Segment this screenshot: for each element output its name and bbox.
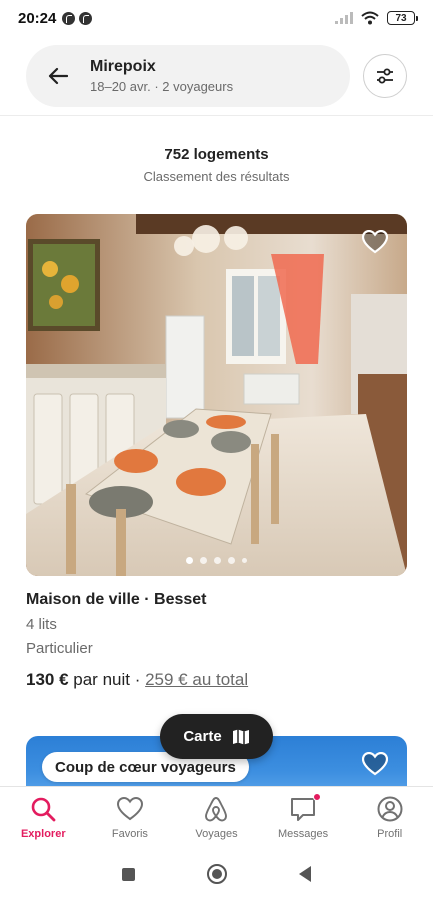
price-per-night: 130 € bbox=[26, 670, 69, 689]
photo-dot[interactable] bbox=[186, 557, 193, 564]
nav-profil[interactable]: Profil bbox=[346, 787, 433, 848]
nav-explorer[interactable]: Explorer bbox=[0, 787, 87, 848]
heart-outline-icon bbox=[362, 752, 388, 776]
favorite-button[interactable] bbox=[361, 228, 389, 256]
price-separator: · bbox=[129, 670, 146, 689]
photo-dot[interactable] bbox=[214, 557, 221, 564]
map-button-label: Carte bbox=[183, 728, 222, 745]
search-header: Mirepoix 18–20 avr. · 2 voyageurs bbox=[0, 36, 433, 116]
search-pill[interactable]: Mirepoix 18–20 avr. · 2 voyageurs bbox=[26, 44, 350, 107]
favorite-button-2[interactable] bbox=[361, 750, 389, 778]
nav-messages[interactable]: Messages bbox=[260, 787, 347, 848]
notification-dot bbox=[313, 793, 322, 801]
map-button[interactable]: Carte bbox=[160, 714, 273, 759]
listing-photo[interactable] bbox=[26, 214, 407, 576]
map-icon bbox=[232, 729, 249, 744]
wifi-icon bbox=[361, 11, 379, 25]
price-total-link[interactable]: 259 € au total bbox=[145, 670, 248, 689]
facebook-icon bbox=[79, 11, 93, 25]
nav-voyages[interactable]: Voyages bbox=[173, 787, 260, 848]
nav-label: Profil bbox=[377, 828, 403, 840]
battery-icon: 73 bbox=[387, 11, 418, 25]
price-unit: par nuit bbox=[68, 670, 130, 689]
photo-dot[interactable] bbox=[228, 557, 235, 564]
results-header: 752 logements Classement des résultats bbox=[0, 146, 433, 184]
nav-favoris[interactable]: Favoris bbox=[87, 787, 174, 848]
airbnb-logo-icon bbox=[202, 795, 230, 823]
status-time: 20:24 bbox=[18, 9, 57, 27]
profile-icon bbox=[376, 795, 404, 823]
nav-label: Voyages bbox=[195, 828, 238, 840]
listing-title[interactable]: Maison de ville · Besset bbox=[26, 591, 207, 609]
nav-label: Favoris bbox=[111, 828, 148, 840]
nav-label: Messages bbox=[278, 828, 329, 840]
facebook-icon bbox=[62, 11, 76, 25]
signal-icon bbox=[335, 12, 353, 24]
search-dates-guests: 18–20 avr. · 2 voyageurs bbox=[90, 78, 234, 94]
system-nav-bar bbox=[0, 848, 433, 900]
heart-icon bbox=[116, 795, 144, 823]
search-summary[interactable]: Mirepoix 18–20 avr. · 2 voyageurs bbox=[90, 58, 233, 94]
search-icon bbox=[29, 795, 57, 823]
results-sort-label[interactable]: Classement des résultats bbox=[0, 169, 433, 184]
back-button[interactable] bbox=[299, 866, 311, 882]
heart-outline-icon bbox=[362, 230, 388, 254]
results-count: 752 logements bbox=[164, 146, 269, 163]
bottom-nav: Explorer Favoris Voyages Messages Profil bbox=[0, 786, 433, 848]
nav-label: Explorer bbox=[20, 828, 66, 840]
search-location: Mirepoix bbox=[90, 57, 156, 75]
listing-host-type: Particulier bbox=[26, 640, 93, 657]
arrow-left-icon[interactable] bbox=[48, 65, 70, 87]
status-bar: 20:24 73 bbox=[0, 0, 433, 36]
notification-icons bbox=[62, 11, 93, 25]
recents-button[interactable] bbox=[122, 867, 135, 881]
photo-dot[interactable] bbox=[200, 557, 207, 564]
photo-pagination bbox=[26, 557, 407, 564]
system-indicators: 73 bbox=[335, 11, 418, 25]
listing-price: 130 € par nuit · 259 € au total bbox=[26, 670, 248, 690]
listing-photo-image bbox=[26, 214, 407, 576]
filter-button[interactable] bbox=[363, 53, 407, 98]
photo-dot[interactable] bbox=[242, 558, 247, 563]
listing-beds: 4 lits bbox=[26, 616, 57, 633]
filter-sliders-icon bbox=[377, 68, 393, 83]
home-button[interactable] bbox=[207, 864, 227, 884]
